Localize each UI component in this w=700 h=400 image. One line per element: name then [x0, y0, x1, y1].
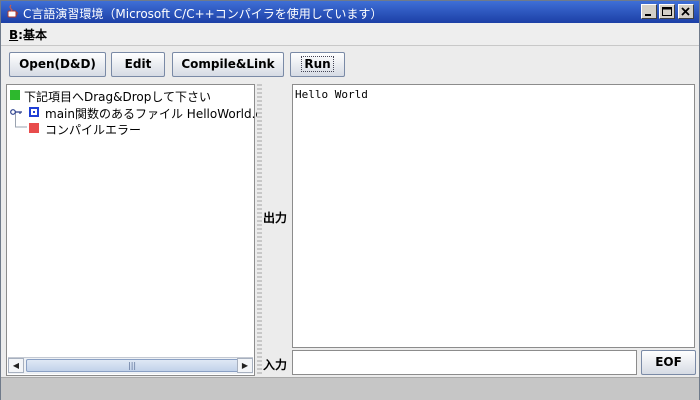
scroll-grip-icon: |||	[128, 361, 137, 370]
open-button[interactable]: Open(D&D)	[9, 52, 106, 77]
close-button[interactable]	[678, 4, 694, 19]
window-title: C言語演習環境（Microsoft C/C++コンパイラを使用しています）	[23, 7, 383, 21]
java-cup-icon	[7, 4, 18, 18]
horizontal-scrollbar[interactable]: ◀ ||| ▶	[8, 357, 253, 374]
scroll-left-arrow-icon: ◀	[12, 361, 20, 370]
menu-bar: B:基本	[1, 23, 699, 46]
app-window: C言語演習環境（Microsoft C/C++コンパイラを使用しています） B:…	[0, 0, 700, 400]
minimize-button[interactable]	[641, 4, 657, 19]
output-label: 出力	[263, 211, 288, 225]
status-bar	[1, 377, 699, 400]
edit-button[interactable]: Edit	[111, 52, 165, 77]
output-area[interactable]: Hello World	[292, 84, 695, 348]
red-square-icon	[29, 123, 39, 133]
input-field[interactable]	[292, 350, 637, 375]
tree-main-file-label: main関数のあるファイル HelloWorld.c	[45, 107, 263, 121]
blue-box-icon	[29, 107, 39, 117]
menu-mnemonic: B	[9, 28, 19, 42]
close-icon	[681, 7, 690, 16]
toolbar: Open(D&D) Edit Compile&Link Run	[1, 46, 699, 82]
tree-compile-error-label: コンパイルエラー	[45, 123, 142, 137]
scroll-right-button[interactable]: ▶	[237, 358, 253, 373]
scroll-right-arrow-icon: ▶	[241, 361, 249, 370]
maximize-icon	[662, 7, 672, 16]
eof-button[interactable]: EOF	[641, 350, 696, 375]
scroll-left-button[interactable]: ◀	[8, 358, 24, 373]
input-label: 入力	[263, 358, 288, 372]
tree-root-label: 下記項目へDrag&Dropして下さい	[24, 90, 212, 104]
run-button-label: Run	[301, 56, 334, 72]
minimize-icon	[645, 14, 651, 16]
split-pane-divider[interactable]	[257, 84, 262, 376]
green-square-icon	[10, 90, 20, 100]
menu-basic[interactable]: B:基本	[9, 26, 47, 43]
menu-basic-label: :基本	[18, 28, 47, 42]
compile-link-button[interactable]: Compile&Link	[172, 52, 284, 77]
file-tree-panel: 下記項目へDrag&Dropして下さい main関数のあるファイル HelloW…	[6, 84, 262, 376]
tree-key-handle-icon	[10, 109, 22, 115]
run-button[interactable]: Run	[290, 52, 345, 77]
maximize-button[interactable]	[659, 4, 675, 19]
scroll-thumb[interactable]: |||	[26, 359, 250, 372]
title-bar: C言語演習環境（Microsoft C/C++コンパイラを使用しています）	[1, 1, 699, 23]
